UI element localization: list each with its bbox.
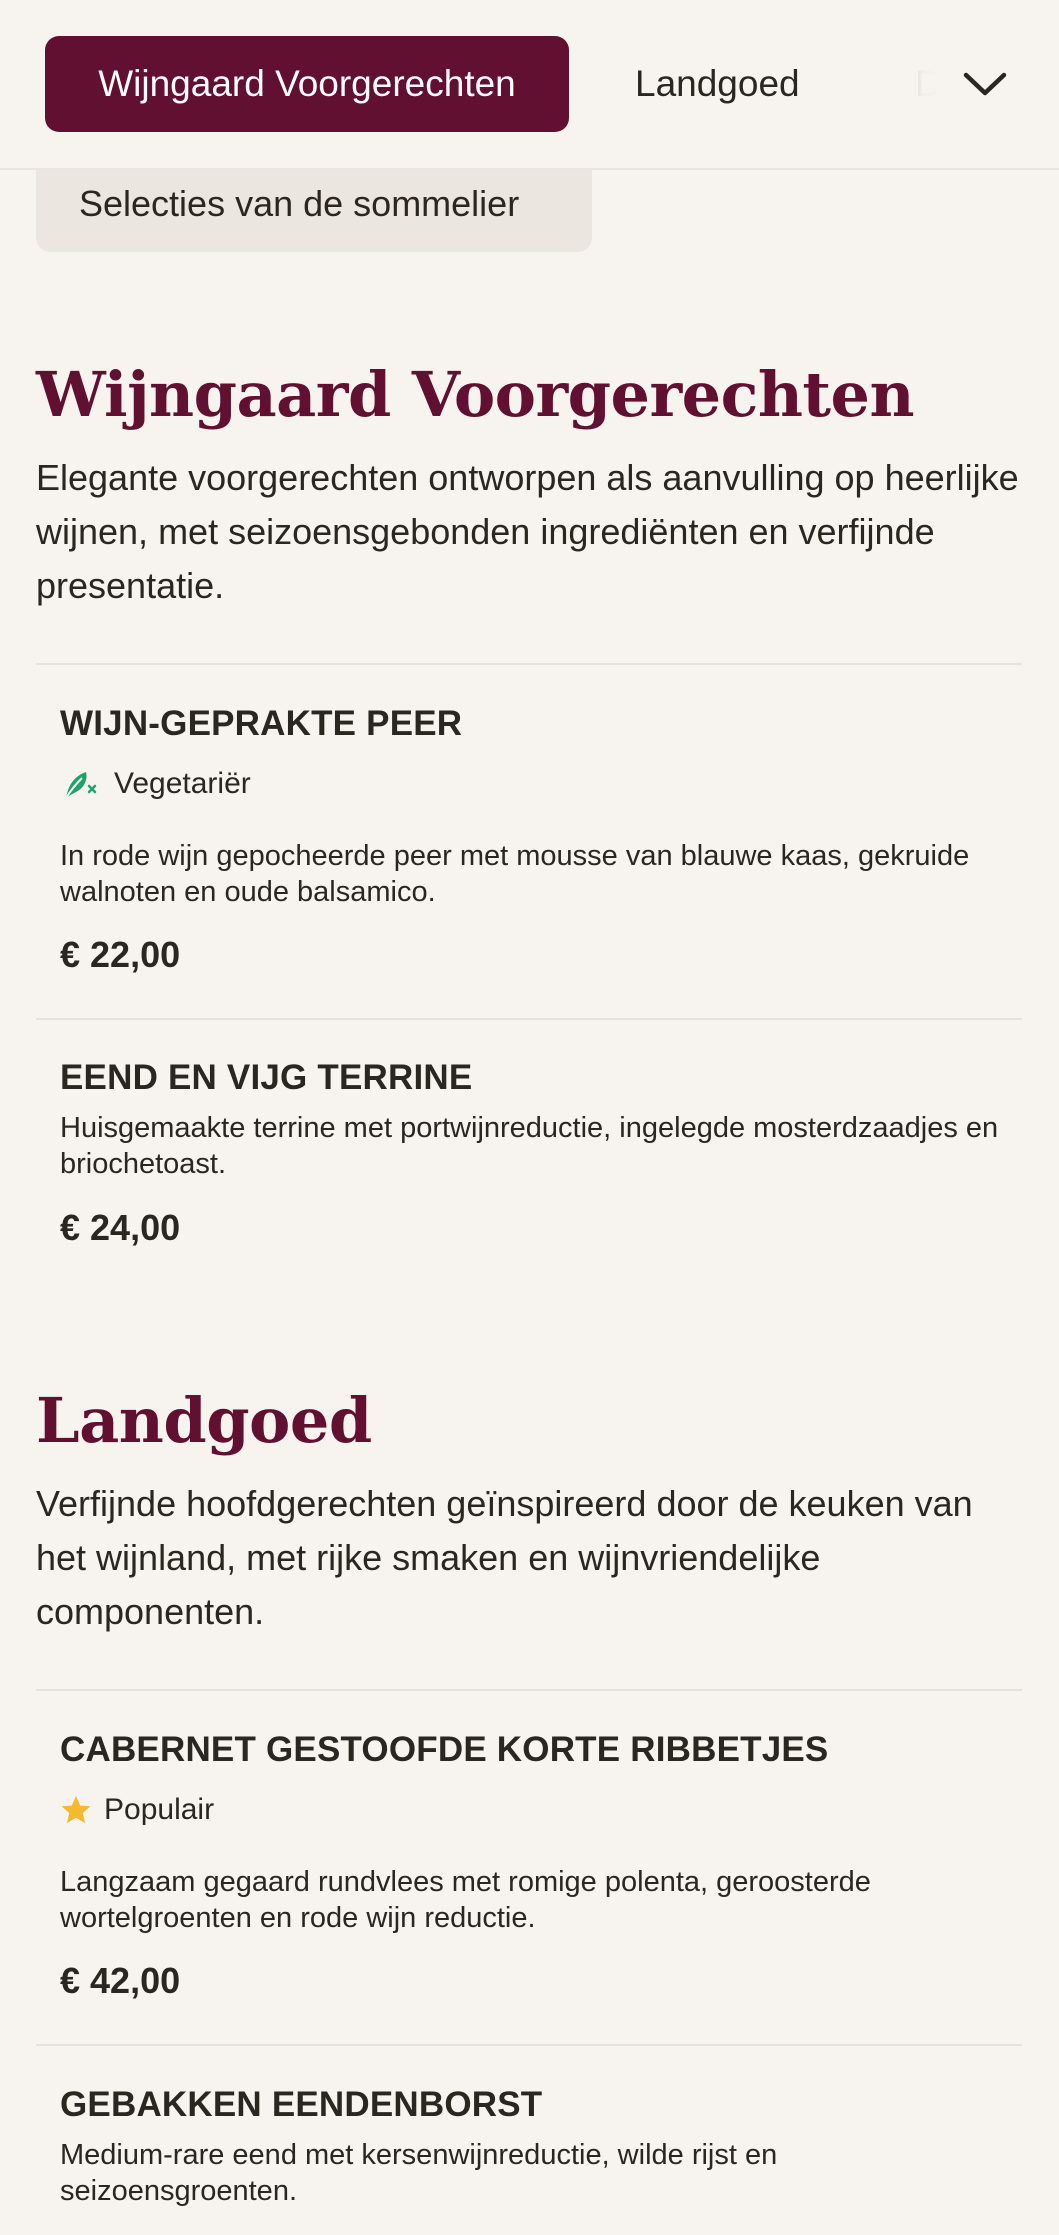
section-description: Verfijnde hoofdgerechten geïnspireerd do… (36, 1483, 973, 1632)
popular-badge: Populair (60, 1790, 214, 1830)
vegetarian-badge: Vegetariër (60, 764, 251, 804)
star-icon (60, 1790, 92, 1830)
divider (36, 663, 1022, 665)
chevron-down-icon[interactable] (955, 54, 1015, 114)
scroll-fade (900, 40, 960, 130)
menu-item-name: EEND EN VIJG TERRINE (60, 1058, 473, 1097)
category-nav: Wijngaard Voorgerechten Landgoed D (0, 0, 1059, 170)
menu-item-price: € 22,00 (60, 934, 181, 975)
popular-label: Populair (104, 1793, 215, 1826)
tab-landgoed[interactable]: Landgoed (635, 36, 800, 132)
menu-item-name: WIJN-GEPRAKTE PEER (60, 704, 463, 743)
vegetarian-leaf-icon (60, 764, 100, 804)
menu-item-description: Huisgemaakte terrine met portwijnreducti… (60, 1112, 999, 1180)
menu-item-description: In rode wijn gepocheerde peer met mousse… (60, 840, 970, 908)
section-title: Landgoed (36, 1384, 372, 1457)
divider (36, 2044, 1022, 2046)
section-title: Wijngaard Voorgerechten (36, 358, 915, 431)
menu-item-description: Medium-rare eend met kersenwijnreductie,… (60, 2139, 778, 2207)
section-description: Elegante voorgerechten ontworpen als aan… (36, 457, 1019, 606)
menu-item-name: GEBAKKEN EENDENBORST (60, 2085, 543, 2124)
menu-item-name: CABERNET GESTOOFDE KORTE RIBBETJES (60, 1730, 829, 1769)
divider (36, 1018, 1022, 1020)
menu-item-price: € 24,00 (60, 1207, 181, 1248)
divider (36, 1689, 1022, 1691)
vegetarian-label: Vegetariër (114, 767, 251, 800)
tab-wijngaard-voorgerechten[interactable]: Wijngaard Voorgerechten (45, 36, 569, 132)
menu-item-price: € 42,00 (60, 1960, 181, 2001)
tab-sommelier-label: Selecties van de sommelier (79, 183, 520, 224)
menu-item-description: Langzaam gegaard rundvlees met romige po… (60, 1866, 871, 1934)
